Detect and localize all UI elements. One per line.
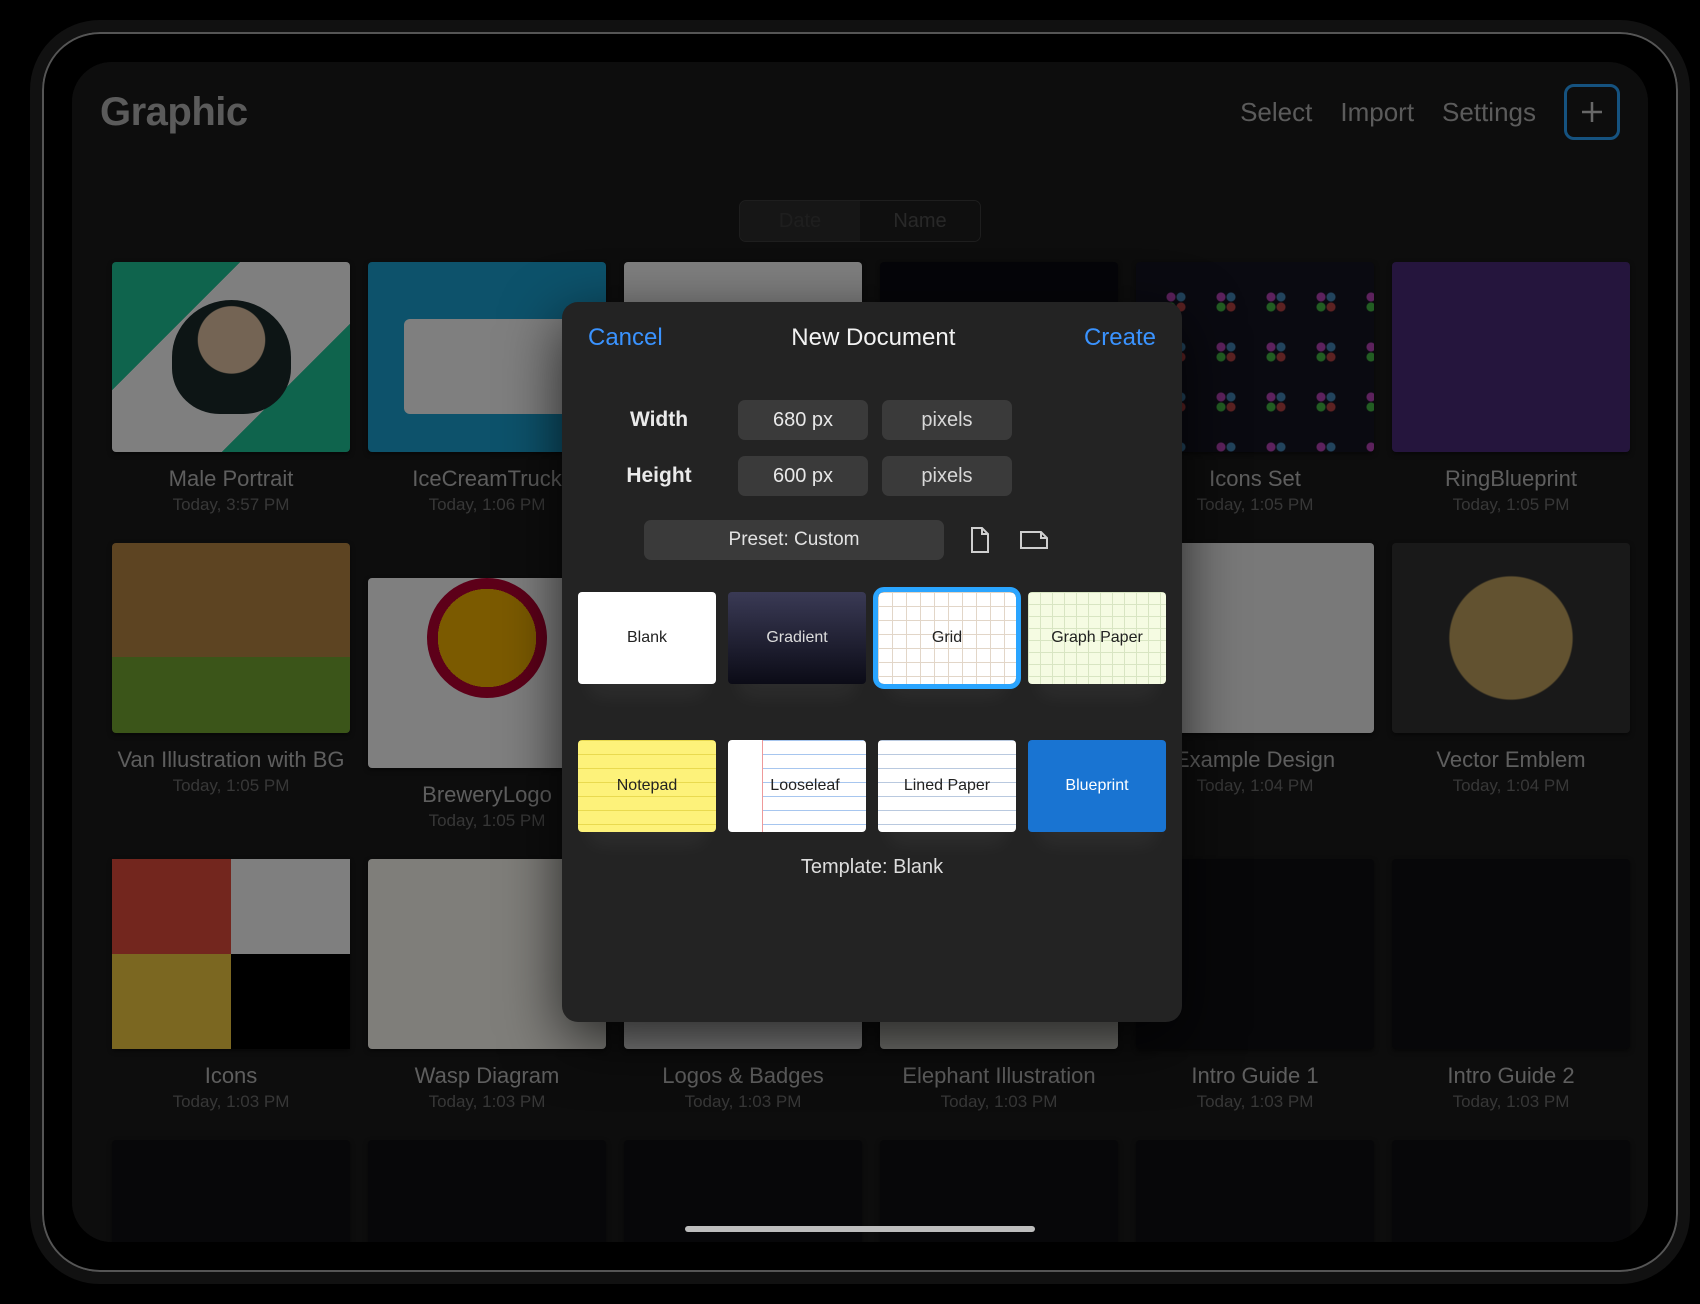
height-field[interactable]: 600 px xyxy=(738,456,868,496)
width-label: Width xyxy=(594,408,724,432)
template-blank[interactable]: Blank xyxy=(578,592,716,684)
template-label: Looseleaf xyxy=(770,777,839,795)
template-grid: Blank Gradient Grid Graph Paper Notepad Loose… xyxy=(562,570,1182,832)
new-document-modal: Cancel New Document Create Width 680 px … xyxy=(562,302,1182,1022)
cancel-button[interactable]: Cancel xyxy=(588,324,663,352)
template-label: Lined Paper xyxy=(904,777,990,795)
home-indicator[interactable] xyxy=(685,1226,1035,1232)
template-graph-paper[interactable]: Graph Paper xyxy=(1028,592,1166,684)
template-caption: Template: Blank xyxy=(562,832,1182,889)
preset-button[interactable]: Preset: Custom xyxy=(644,520,944,560)
height-label: Height xyxy=(594,464,724,488)
template-notepad[interactable]: Notepad xyxy=(578,740,716,832)
width-field[interactable]: 680 px xyxy=(738,400,868,440)
template-label: Notepad xyxy=(617,777,678,795)
template-label: Grid xyxy=(932,629,962,647)
template-label: Blueprint xyxy=(1065,777,1128,795)
template-label: Graph Paper xyxy=(1051,629,1143,647)
template-label: Blank xyxy=(627,629,667,647)
screen: Graphic Select Import Settings Date Name… xyxy=(72,62,1648,1242)
orientation-portrait[interactable] xyxy=(962,522,998,558)
modal-header: Cancel New Document Create xyxy=(562,302,1182,370)
create-button[interactable]: Create xyxy=(1084,324,1156,352)
template-blueprint[interactable]: Blueprint xyxy=(1028,740,1166,832)
width-unit[interactable]: pixels xyxy=(882,400,1012,440)
landscape-page-icon xyxy=(1019,529,1049,551)
modal-title: New Document xyxy=(791,324,955,352)
device-frame: Graphic Select Import Settings Date Name… xyxy=(30,20,1690,1284)
height-unit[interactable]: pixels xyxy=(882,456,1012,496)
modal-form: Width 680 px pixels Height 600 px pixels… xyxy=(562,370,1182,570)
template-gradient[interactable]: Gradient xyxy=(728,592,866,684)
template-lined-paper[interactable]: Lined Paper xyxy=(878,740,1016,832)
template-looseleaf[interactable]: Looseleaf xyxy=(728,740,866,832)
template-label: Gradient xyxy=(766,629,827,647)
template-grid[interactable]: Grid xyxy=(878,592,1016,684)
portrait-page-icon xyxy=(969,526,991,554)
orientation-landscape[interactable] xyxy=(1016,522,1052,558)
